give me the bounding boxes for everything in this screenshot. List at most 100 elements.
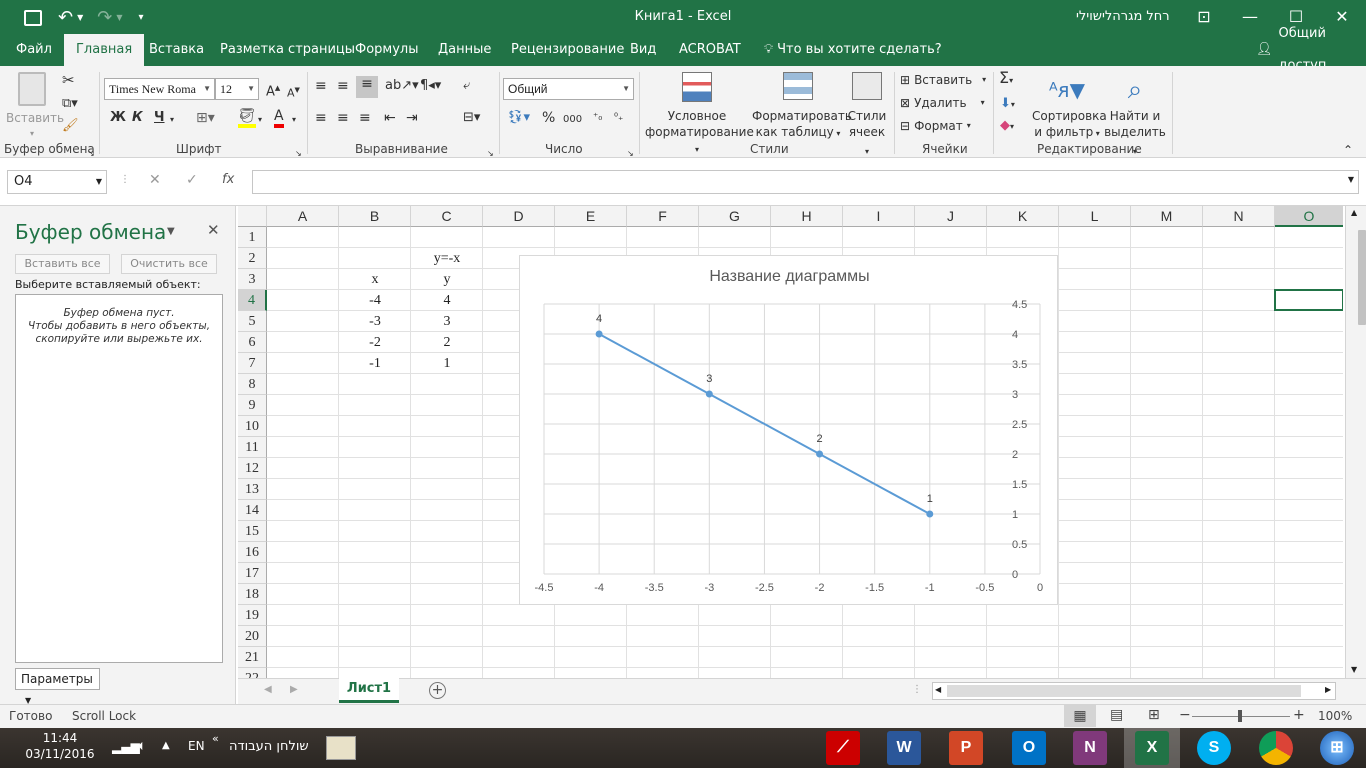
cell-c6[interactable]: 2 bbox=[411, 332, 483, 353]
zoom-out-icon[interactable]: − bbox=[1179, 707, 1191, 723]
format-cells-button[interactable]: ⊟ Формат ▾ bbox=[900, 118, 971, 134]
bold-button[interactable]: Ж bbox=[110, 110, 126, 126]
cell-c2[interactable]: y=-x bbox=[411, 248, 483, 269]
desktop-folder-icon[interactable] bbox=[326, 736, 356, 760]
next-sheet-icon[interactable]: ▶ bbox=[290, 684, 298, 695]
cell-b7[interactable]: -1 bbox=[339, 353, 411, 374]
insert-cells-button[interactable]: ⊞ Вставить ▾ bbox=[900, 72, 986, 88]
cell-b4[interactable]: -4 bbox=[339, 290, 411, 311]
selected-cell-border[interactable] bbox=[1274, 289, 1343, 311]
row-header-12[interactable]: 12 bbox=[238, 458, 267, 479]
row-header-13[interactable]: 13 bbox=[238, 479, 267, 500]
desktop-toolbar-label[interactable]: שולחן העבודה bbox=[229, 739, 309, 754]
borders-icon[interactable]: ⊞▾ bbox=[196, 110, 215, 126]
row-header-8[interactable]: 8 bbox=[238, 374, 267, 395]
zoom-slider-thumb[interactable] bbox=[1238, 710, 1242, 722]
format-as-table-button[interactable]: Форматировать как таблицу ▾ bbox=[752, 72, 852, 142]
row-header-20[interactable]: 20 bbox=[238, 626, 267, 647]
cell-styles-button[interactable]: Стили ячеек ▾ bbox=[846, 72, 888, 160]
tell-me-box[interactable]: 💡︎ Что вы хотите сделать? bbox=[756, 34, 950, 66]
chrome-icon[interactable] bbox=[1259, 731, 1293, 765]
row-header-16[interactable]: 16 bbox=[238, 542, 267, 563]
clear-icon[interactable]: ◆▾ bbox=[1000, 118, 1014, 135]
grow-font-icon[interactable]: A▲ bbox=[266, 80, 280, 100]
column-header-j[interactable]: J bbox=[915, 206, 987, 227]
minimize-button[interactable]: — bbox=[1227, 0, 1273, 34]
fill-color-icon[interactable]: 🪣︎ bbox=[238, 108, 256, 128]
clock[interactable]: 11:44 03/11/2016 bbox=[10, 730, 110, 762]
row-header-2[interactable]: 2 bbox=[238, 248, 267, 269]
row-header-15[interactable]: 15 bbox=[238, 521, 267, 542]
paste-button[interactable]: Вставить ▾ bbox=[6, 72, 64, 142]
add-sheet-icon[interactable]: + bbox=[429, 682, 446, 699]
tab-page-layout[interactable]: Разметка страницы bbox=[212, 34, 363, 66]
column-header-i[interactable]: I bbox=[843, 206, 915, 227]
vertical-dots-icon[interactable]: ⋮ bbox=[120, 174, 130, 185]
formula-input[interactable]: ▼ bbox=[252, 170, 1359, 194]
tab-file[interactable]: Файл bbox=[8, 34, 60, 66]
underline-button[interactable]: Ч bbox=[154, 110, 165, 126]
column-header-a[interactable]: A bbox=[267, 206, 339, 227]
wrap-text-icon[interactable]: ⤶ bbox=[463, 78, 470, 94]
row-header-19[interactable]: 19 bbox=[238, 605, 267, 626]
clear-all-button[interactable]: Очистить все bbox=[121, 254, 217, 274]
row-header-7[interactable]: 7 bbox=[238, 353, 267, 374]
language-indicator[interactable]: EN bbox=[188, 739, 205, 753]
tab-insert[interactable]: Вставка bbox=[141, 34, 212, 66]
skype-icon[interactable]: S bbox=[1197, 731, 1231, 765]
number-format-box[interactable]: Общий ▼ bbox=[503, 78, 634, 100]
close-pane-icon[interactable]: ✕ bbox=[207, 221, 220, 239]
speaker-icon[interactable]: 🔈︎ bbox=[138, 738, 146, 754]
scroll-up-icon[interactable]: ▲ bbox=[1351, 208, 1357, 217]
shrink-font-icon[interactable]: A▼ bbox=[287, 82, 300, 102]
column-header-c[interactable]: C bbox=[411, 206, 483, 227]
increase-indent-icon[interactable]: ⇥ bbox=[406, 110, 418, 126]
column-header-k[interactable]: K bbox=[987, 206, 1059, 227]
align-middle-icon[interactable]: ≡ bbox=[337, 78, 349, 94]
row-header-6[interactable]: 6 bbox=[238, 332, 267, 353]
cell-c5[interactable]: 3 bbox=[411, 311, 483, 332]
collapse-ribbon-icon[interactable]: ⌃ bbox=[1343, 142, 1353, 158]
acrobat-icon[interactable]: ⟋ bbox=[826, 731, 860, 765]
percent-button[interactable]: % bbox=[542, 110, 555, 126]
insert-function-icon[interactable]: fx bbox=[222, 172, 234, 187]
page-layout-view-icon[interactable]: ▤ bbox=[1110, 707, 1123, 723]
row-header-3[interactable]: 3 bbox=[238, 269, 267, 290]
font-name-box[interactable]: Times New Roma ▼ bbox=[104, 78, 215, 100]
tray-expand-icon[interactable]: ▲ bbox=[162, 740, 170, 751]
scroll-down-icon[interactable]: ▼ bbox=[1351, 665, 1357, 674]
format-painter-icon[interactable]: 🖌︎ bbox=[62, 118, 79, 134]
outlook-icon[interactable]: O bbox=[1012, 731, 1046, 765]
page-break-view-icon[interactable]: ⊞ bbox=[1148, 707, 1160, 723]
powerpoint-icon[interactable]: P bbox=[949, 731, 983, 765]
align-right-icon[interactable]: ≡ bbox=[359, 110, 371, 126]
column-header-e[interactable]: E bbox=[555, 206, 627, 227]
underline-dropdown-icon[interactable]: ▾ bbox=[170, 112, 174, 128]
paste-all-button[interactable]: Вставить все bbox=[15, 254, 110, 274]
tab-data[interactable]: Данные bbox=[430, 34, 499, 66]
excel-icon[interactable]: X bbox=[1135, 731, 1169, 765]
desktop-expand-icon[interactable]: « bbox=[212, 732, 219, 745]
zoom-level[interactable]: 100% bbox=[1318, 709, 1352, 723]
row-header-5[interactable]: 5 bbox=[238, 311, 267, 332]
word-icon[interactable]: W bbox=[887, 731, 921, 765]
pane-options-icon[interactable]: ▼ bbox=[167, 226, 175, 237]
increase-decimal-icon[interactable]: ⁺₀ bbox=[593, 110, 602, 126]
fill-dropdown-icon[interactable]: ▾ bbox=[258, 112, 262, 128]
merge-center-icon[interactable]: ⊟▾ bbox=[463, 110, 480, 126]
name-box[interactable]: O4 ▼ bbox=[7, 170, 107, 194]
tab-formulas[interactable]: Формулы bbox=[347, 34, 426, 66]
tab-home[interactable]: Главная bbox=[64, 34, 145, 66]
sheet-tab-list1[interactable]: Лист1 bbox=[339, 678, 399, 703]
ribbon-display-options-icon[interactable]: ⊡ bbox=[1181, 0, 1227, 34]
cell-c7[interactable]: 1 bbox=[411, 353, 483, 374]
expand-formula-icon[interactable]: ▼ bbox=[1348, 175, 1354, 184]
conditional-formatting-button[interactable]: Условное форматирование ▾ bbox=[645, 72, 754, 158]
chart[interactable]: Название диаграммы -4.5 -4 -3.5 -3 -2.5 -2 -1.… bbox=[519, 255, 1058, 605]
italic-button[interactable]: К bbox=[132, 110, 143, 126]
align-top-icon[interactable]: ≡ bbox=[315, 78, 327, 94]
font-color-dropdown-icon[interactable]: ▾ bbox=[292, 112, 296, 128]
fill-icon[interactable]: ⬇▾ bbox=[1000, 96, 1015, 113]
row-header-10[interactable]: 10 bbox=[238, 416, 267, 437]
select-all-corner[interactable] bbox=[238, 206, 267, 227]
